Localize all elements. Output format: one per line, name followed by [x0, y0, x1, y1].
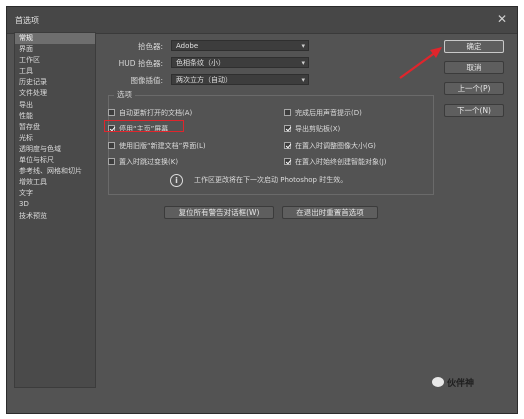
- annotation-arrow-icon: [399, 47, 442, 79]
- watermark-text: 伙伴神: [447, 379, 475, 389]
- wechat-icon: [432, 377, 444, 387]
- watermark: 伙伴神: [432, 376, 474, 389]
